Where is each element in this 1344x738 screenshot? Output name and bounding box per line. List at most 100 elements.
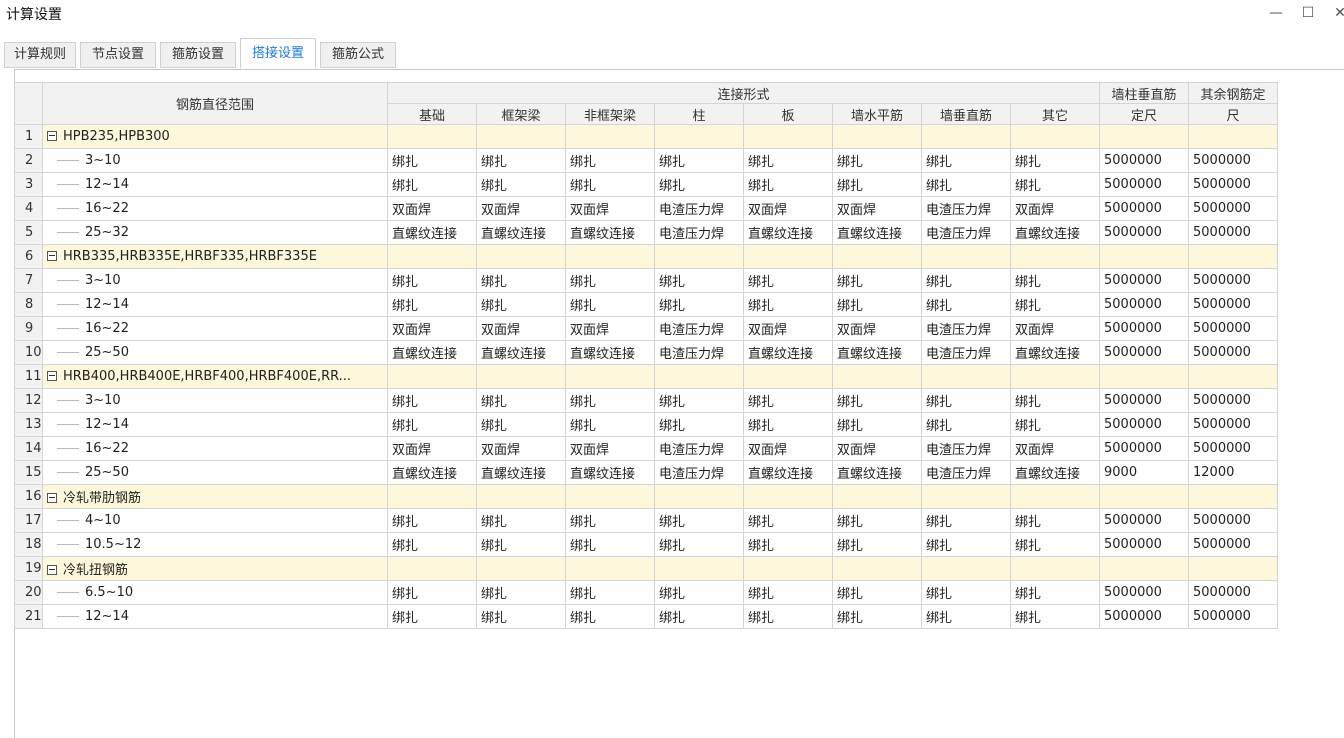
- table-cell[interactable]: 5000000: [1188, 268, 1278, 293]
- group-row[interactable]: 1 HPB235,HPB300: [14, 124, 1278, 149]
- table-cell[interactable]: 5000000: [1188, 532, 1278, 557]
- table-cell[interactable]: 绑扎: [743, 412, 833, 437]
- table-cell[interactable]: 绑扎: [476, 268, 566, 293]
- range-cell[interactable]: 16~22: [42, 316, 388, 341]
- table-cell[interactable]: 电渣压力焊: [654, 316, 744, 341]
- table-cell[interactable]: 5000000: [1188, 172, 1278, 197]
- table-cell[interactable]: 双面焊: [832, 196, 922, 221]
- table-cell[interactable]: 直螺纹连接: [387, 340, 477, 365]
- table-cell[interactable]: [921, 484, 1011, 509]
- table-cell[interactable]: 5000000: [1188, 316, 1278, 341]
- group-row[interactable]: 11 HRB400,HRB400E,HRBF400,HRBF400E,RR...: [14, 364, 1278, 389]
- table-cell[interactable]: 5000000: [1099, 196, 1189, 221]
- tab-lap-settings[interactable]: 搭接设置: [240, 38, 316, 69]
- table-cell[interactable]: [565, 124, 655, 149]
- table-cell[interactable]: [743, 124, 833, 149]
- table-cell[interactable]: 双面焊: [476, 436, 566, 461]
- table-cell[interactable]: 绑扎: [832, 292, 922, 317]
- table-cell[interactable]: [1010, 124, 1100, 149]
- table-cell[interactable]: 绑扎: [1010, 580, 1100, 605]
- table-cell[interactable]: 绑扎: [1010, 532, 1100, 557]
- table-cell[interactable]: [654, 556, 744, 581]
- table-cell[interactable]: [654, 364, 744, 389]
- range-cell[interactable]: HPB235,HPB300: [42, 124, 388, 149]
- tab-node-settings[interactable]: 节点设置: [80, 42, 156, 68]
- table-cell[interactable]: [832, 556, 922, 581]
- range-cell[interactable]: HRB335,HRB335E,HRBF335,HRBF335E: [42, 244, 388, 269]
- range-cell[interactable]: 3~10: [42, 388, 388, 413]
- table-cell[interactable]: 绑扎: [743, 172, 833, 197]
- table-cell[interactable]: 5000000: [1188, 220, 1278, 245]
- table-cell[interactable]: 直螺纹连接: [1010, 460, 1100, 485]
- table-cell[interactable]: 直螺纹连接: [565, 340, 655, 365]
- table-cell[interactable]: 直螺纹连接: [1010, 220, 1100, 245]
- table-cell[interactable]: 直螺纹连接: [832, 460, 922, 485]
- table-cell[interactable]: [654, 484, 744, 509]
- table-cell[interactable]: 绑扎: [743, 388, 833, 413]
- range-cell[interactable]: 25~32: [42, 220, 388, 245]
- tab-calc-rules[interactable]: 计算规则: [4, 42, 76, 68]
- table-row[interactable]: 8 12~14 绑扎 绑扎 绑扎 绑扎 绑扎 绑扎 绑扎 绑扎 5000000 5000000: [14, 292, 1278, 317]
- table-cell[interactable]: [921, 124, 1011, 149]
- range-cell[interactable]: 12~14: [42, 604, 388, 629]
- table-cell[interactable]: [921, 244, 1011, 269]
- table-cell[interactable]: [832, 244, 922, 269]
- table-cell[interactable]: 5000000: [1099, 292, 1189, 317]
- tab-stirrup-formula[interactable]: 箍筋公式: [320, 42, 396, 68]
- table-cell[interactable]: [1010, 364, 1100, 389]
- range-cell[interactable]: 16~22: [42, 436, 388, 461]
- table-cell[interactable]: 双面焊: [743, 196, 833, 221]
- table-cell[interactable]: [476, 556, 566, 581]
- table-cell[interactable]: [832, 364, 922, 389]
- table-cell[interactable]: 绑扎: [1010, 604, 1100, 629]
- range-cell[interactable]: 3~10: [42, 268, 388, 293]
- table-cell[interactable]: 双面焊: [387, 316, 477, 341]
- table-cell[interactable]: 双面焊: [743, 316, 833, 341]
- table-cell[interactable]: 绑扎: [832, 580, 922, 605]
- range-cell[interactable]: 冷轧扭钢筋: [42, 556, 388, 581]
- table-cell[interactable]: [921, 556, 1011, 581]
- table-cell[interactable]: 直螺纹连接: [387, 460, 477, 485]
- table-cell[interactable]: [387, 484, 477, 509]
- table-cell[interactable]: 5000000: [1099, 508, 1189, 533]
- table-cell[interactable]: [1099, 484, 1189, 509]
- table-cell[interactable]: 绑扎: [654, 268, 744, 293]
- group-row[interactable]: 19 冷轧扭钢筋: [14, 556, 1278, 581]
- table-cell[interactable]: 绑扎: [832, 388, 922, 413]
- table-cell[interactable]: 绑扎: [387, 532, 477, 557]
- maximize-button[interactable]: ☐: [1298, 3, 1318, 23]
- table-cell[interactable]: 绑扎: [476, 412, 566, 437]
- table-cell[interactable]: [476, 124, 566, 149]
- table-cell[interactable]: [387, 124, 477, 149]
- table-cell[interactable]: 绑扎: [476, 292, 566, 317]
- table-cell[interactable]: 绑扎: [565, 532, 655, 557]
- table-cell[interactable]: 绑扎: [832, 148, 922, 173]
- table-cell[interactable]: 绑扎: [743, 148, 833, 173]
- table-cell[interactable]: [921, 364, 1011, 389]
- table-cell[interactable]: 双面焊: [476, 196, 566, 221]
- table-row[interactable]: 9 16~22 双面焊 双面焊 双面焊 电渣压力焊 双面焊 双面焊 电渣压力焊 双面焊 500000…: [14, 316, 1278, 341]
- table-cell[interactable]: [1188, 484, 1278, 509]
- table-cell[interactable]: 绑扎: [387, 148, 477, 173]
- table-row[interactable]: 20 6.5~10 绑扎 绑扎 绑扎 绑扎 绑扎 绑扎 绑扎 绑扎 5000000 5000000: [14, 580, 1278, 605]
- close-button[interactable]: ✕: [1330, 3, 1344, 23]
- table-cell[interactable]: 绑扎: [921, 580, 1011, 605]
- table-cell[interactable]: 电渣压力焊: [654, 436, 744, 461]
- table-cell[interactable]: 5000000: [1099, 604, 1189, 629]
- table-cell[interactable]: 绑扎: [476, 532, 566, 557]
- table-cell[interactable]: 双面焊: [1010, 436, 1100, 461]
- table-cell[interactable]: [476, 244, 566, 269]
- table-cell[interactable]: 绑扎: [565, 292, 655, 317]
- table-cell[interactable]: 绑扎: [387, 580, 477, 605]
- table-cell[interactable]: 绑扎: [476, 172, 566, 197]
- table-cell[interactable]: 5000000: [1188, 292, 1278, 317]
- table-cell[interactable]: 绑扎: [565, 172, 655, 197]
- table-cell[interactable]: 双面焊: [476, 316, 566, 341]
- table-cell[interactable]: 直螺纹连接: [476, 220, 566, 245]
- table-row[interactable]: 18 10.5~12 绑扎 绑扎 绑扎 绑扎 绑扎 绑扎 绑扎 绑扎 5000000 5000000: [14, 532, 1278, 557]
- table-cell[interactable]: 绑扎: [387, 508, 477, 533]
- collapse-icon[interactable]: [47, 251, 57, 261]
- table-cell[interactable]: 绑扎: [654, 532, 744, 557]
- table-cell[interactable]: 直螺纹连接: [387, 220, 477, 245]
- table-cell[interactable]: 5000000: [1099, 388, 1189, 413]
